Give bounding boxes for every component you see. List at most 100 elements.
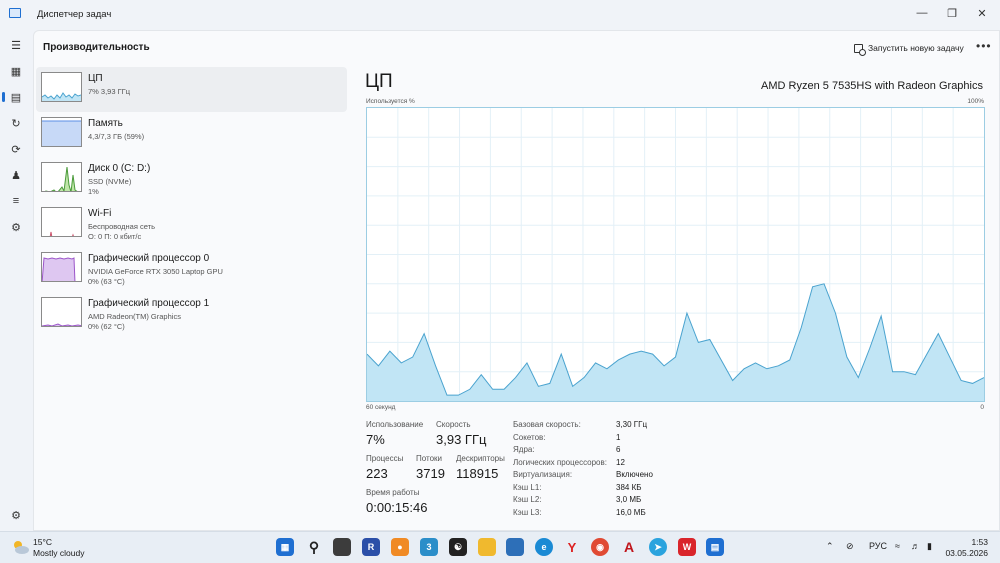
clock-date: 03.05.2026 [945, 548, 988, 558]
uptime-label: Время работы [366, 488, 420, 497]
spec-value: 6 [616, 445, 621, 454]
device-detail-2: О: 0 П: 0 кбит/с [88, 232, 142, 241]
page-title: Производительность [43, 42, 150, 53]
acrobat-icon[interactable]: A [620, 538, 638, 556]
device-detail: Беспроводная сеть [88, 222, 156, 231]
clock[interactable]: 1:53 03.05.2026 [945, 537, 988, 559]
users-icon[interactable]: ♟ [7, 166, 25, 184]
processes-icon[interactable]: ▦ [7, 62, 25, 80]
device-detail: AMD Radeon(TM) Graphics [88, 312, 181, 321]
more-options-icon[interactable]: ••• [976, 39, 992, 53]
app-history-icon[interactable]: ↻ [7, 114, 25, 132]
app-3-icon[interactable]: 3 [420, 538, 438, 556]
show-hidden-icons-icon[interactable]: ⌃ [826, 541, 834, 552]
device-item-cpu[interactable]: ЦП 7% 3,93 ГГц [36, 67, 347, 112]
volume-icon[interactable]: ♬ [911, 541, 920, 551]
device-name: Графический процессор 0 [88, 253, 210, 264]
device-name: Диск 0 (C: D:) [88, 163, 151, 174]
device-item-gpu1[interactable]: Графический процессор 1 AMD Radeon(TM) G… [36, 292, 347, 337]
threads-value: 3719 [416, 466, 445, 481]
uptime-value: 0:00:15:46 [366, 500, 428, 515]
usage-axis-label: Используется % [366, 98, 415, 105]
device-item-wifi[interactable]: Wi-Fi Беспроводная сеть О: 0 П: 0 кбит/с [36, 202, 347, 247]
device-item-disk[interactable]: Диск 0 (C: D:) SSD (NVMe) 1% [36, 157, 347, 202]
cpu-usage-graph [366, 107, 985, 402]
telegram-icon[interactable]: ➤ [649, 538, 667, 556]
weather-condition[interactable]: Mostly cloudy [33, 548, 85, 558]
spec-key: Базовая скорость: [513, 420, 581, 429]
weather-temperature[interactable]: 15°C [33, 537, 52, 547]
spec-value: 3,30 ГГц [616, 420, 648, 429]
wifi-icon[interactable]: ≈ [895, 541, 900, 551]
gpu0-thumbnail-graph [41, 252, 82, 282]
run-new-task-button[interactable]: Запустить новую задачу [854, 40, 964, 56]
device-list: ЦП 7% 3,93 ГГц Память 4,3/7,3 ГБ (59%) Д… [36, 67, 347, 337]
disk-thumbnail-graph [41, 162, 82, 192]
wifi-thumbnail-graph [41, 207, 82, 237]
settings-icon[interactable]: ⚙ [7, 506, 25, 524]
blender-icon[interactable]: ● [391, 538, 409, 556]
weather-cloud-sun-icon[interactable] [10, 539, 30, 555]
processes-label: Процессы [366, 454, 404, 463]
spec-key: Кэш L3: [513, 507, 542, 517]
cpu-model: AMD Ryzen 5 7535HS with Radeon Graphics [761, 80, 983, 92]
details-icon[interactable]: ≡ [7, 192, 25, 210]
device-detail-2: 0% (63 °C) [88, 277, 125, 286]
spec-key: Ядра: [513, 445, 535, 454]
battery-icon[interactable]: ▮ [927, 541, 932, 552]
network-off-icon[interactable]: ⊘ [846, 541, 854, 552]
spec-value: 1 [616, 432, 621, 442]
chrome-icon[interactable]: ◉ [591, 538, 609, 556]
handles-value: 118915 [456, 466, 499, 481]
start-icon[interactable]: ▦ [276, 538, 294, 556]
cpu-heading: ЦП [365, 71, 393, 92]
spec-value: 12 [616, 457, 625, 467]
performance-icon[interactable]: ▤ [2, 88, 25, 106]
device-detail: NVIDIA GeForce RTX 3050 Laptop GPU [88, 267, 223, 276]
device-item-memory[interactable]: Память 4,3/7,3 ГБ (59%) [36, 112, 347, 157]
task-manager-window: Диспетчер задач — ❐ ✕ ☰ ▦ ▤ ↻ ⟳ ♟ ≡ ⚙ ⚙ … [0, 0, 1000, 531]
task-manager-taskbar-icon[interactable]: ▤ [706, 538, 724, 556]
window-title: Диспетчер задач [37, 9, 112, 20]
store-icon[interactable] [506, 538, 524, 556]
spec-key: Логических процессоров: [513, 457, 607, 467]
time-axis-label: 60 секунд [366, 404, 396, 411]
run-task-icon [854, 43, 866, 56]
spec-key: Виртуализация: [513, 470, 573, 479]
handles-label: Дескрипторы [456, 454, 505, 463]
search-icon[interactable]: ⚲ [305, 538, 323, 556]
clock-time: 1:53 [971, 537, 988, 547]
memory-thumbnail-graph [41, 117, 82, 147]
yandex-icon[interactable]: Y [563, 538, 581, 556]
close-button[interactable]: ✕ [972, 4, 992, 22]
device-name: Память [88, 118, 123, 129]
taskbar: 15°C Mostly cloudy ▦ ⚲ R ● 3 ☯ e Y ◉ A ➤… [0, 531, 1000, 563]
usage-label: Использование [366, 420, 424, 429]
file-explorer-icon[interactable] [478, 538, 496, 556]
device-detail: 7% 3,93 ГГц [88, 87, 131, 96]
device-item-gpu0[interactable]: Графический процессор 0 NVIDIA GeForce R… [36, 247, 347, 292]
spec-value: 3,0 МБ [616, 495, 642, 504]
main-content: Производительность Запустить новую задач… [33, 30, 1000, 531]
services-icon[interactable]: ⚙ [7, 218, 25, 236]
device-name: Графический процессор 1 [88, 298, 210, 309]
language-indicator[interactable]: РУС [869, 541, 887, 551]
startup-apps-icon[interactable]: ⟳ [7, 140, 25, 158]
run-new-task-label: Запустить новую задачу [868, 43, 964, 53]
edge-icon[interactable]: e [535, 538, 553, 556]
spec-value: 16,0 МБ [616, 507, 646, 517]
device-detail: 4,3/7,3 ГБ (59%) [88, 132, 145, 141]
device-name: Wi-Fi [88, 208, 112, 219]
spec-key: Кэш L1: [513, 482, 542, 492]
file-app-icon[interactable] [333, 538, 351, 556]
minimize-button[interactable]: — [912, 4, 932, 22]
chatgpt-icon[interactable]: ☯ [449, 538, 467, 556]
title-bar: Диспетчер задач — ❐ ✕ [0, 0, 1000, 28]
wps-icon[interactable]: W [678, 538, 696, 556]
min-axis-label: 0 [980, 404, 984, 411]
r-app-icon[interactable]: R [362, 538, 380, 556]
spec-key: Сокетов: [513, 432, 546, 442]
hamburger-menu-icon[interactable]: ☰ [7, 36, 25, 54]
speed-value: 3,93 ГГц [436, 432, 487, 447]
maximize-button[interactable]: ❐ [942, 4, 962, 22]
